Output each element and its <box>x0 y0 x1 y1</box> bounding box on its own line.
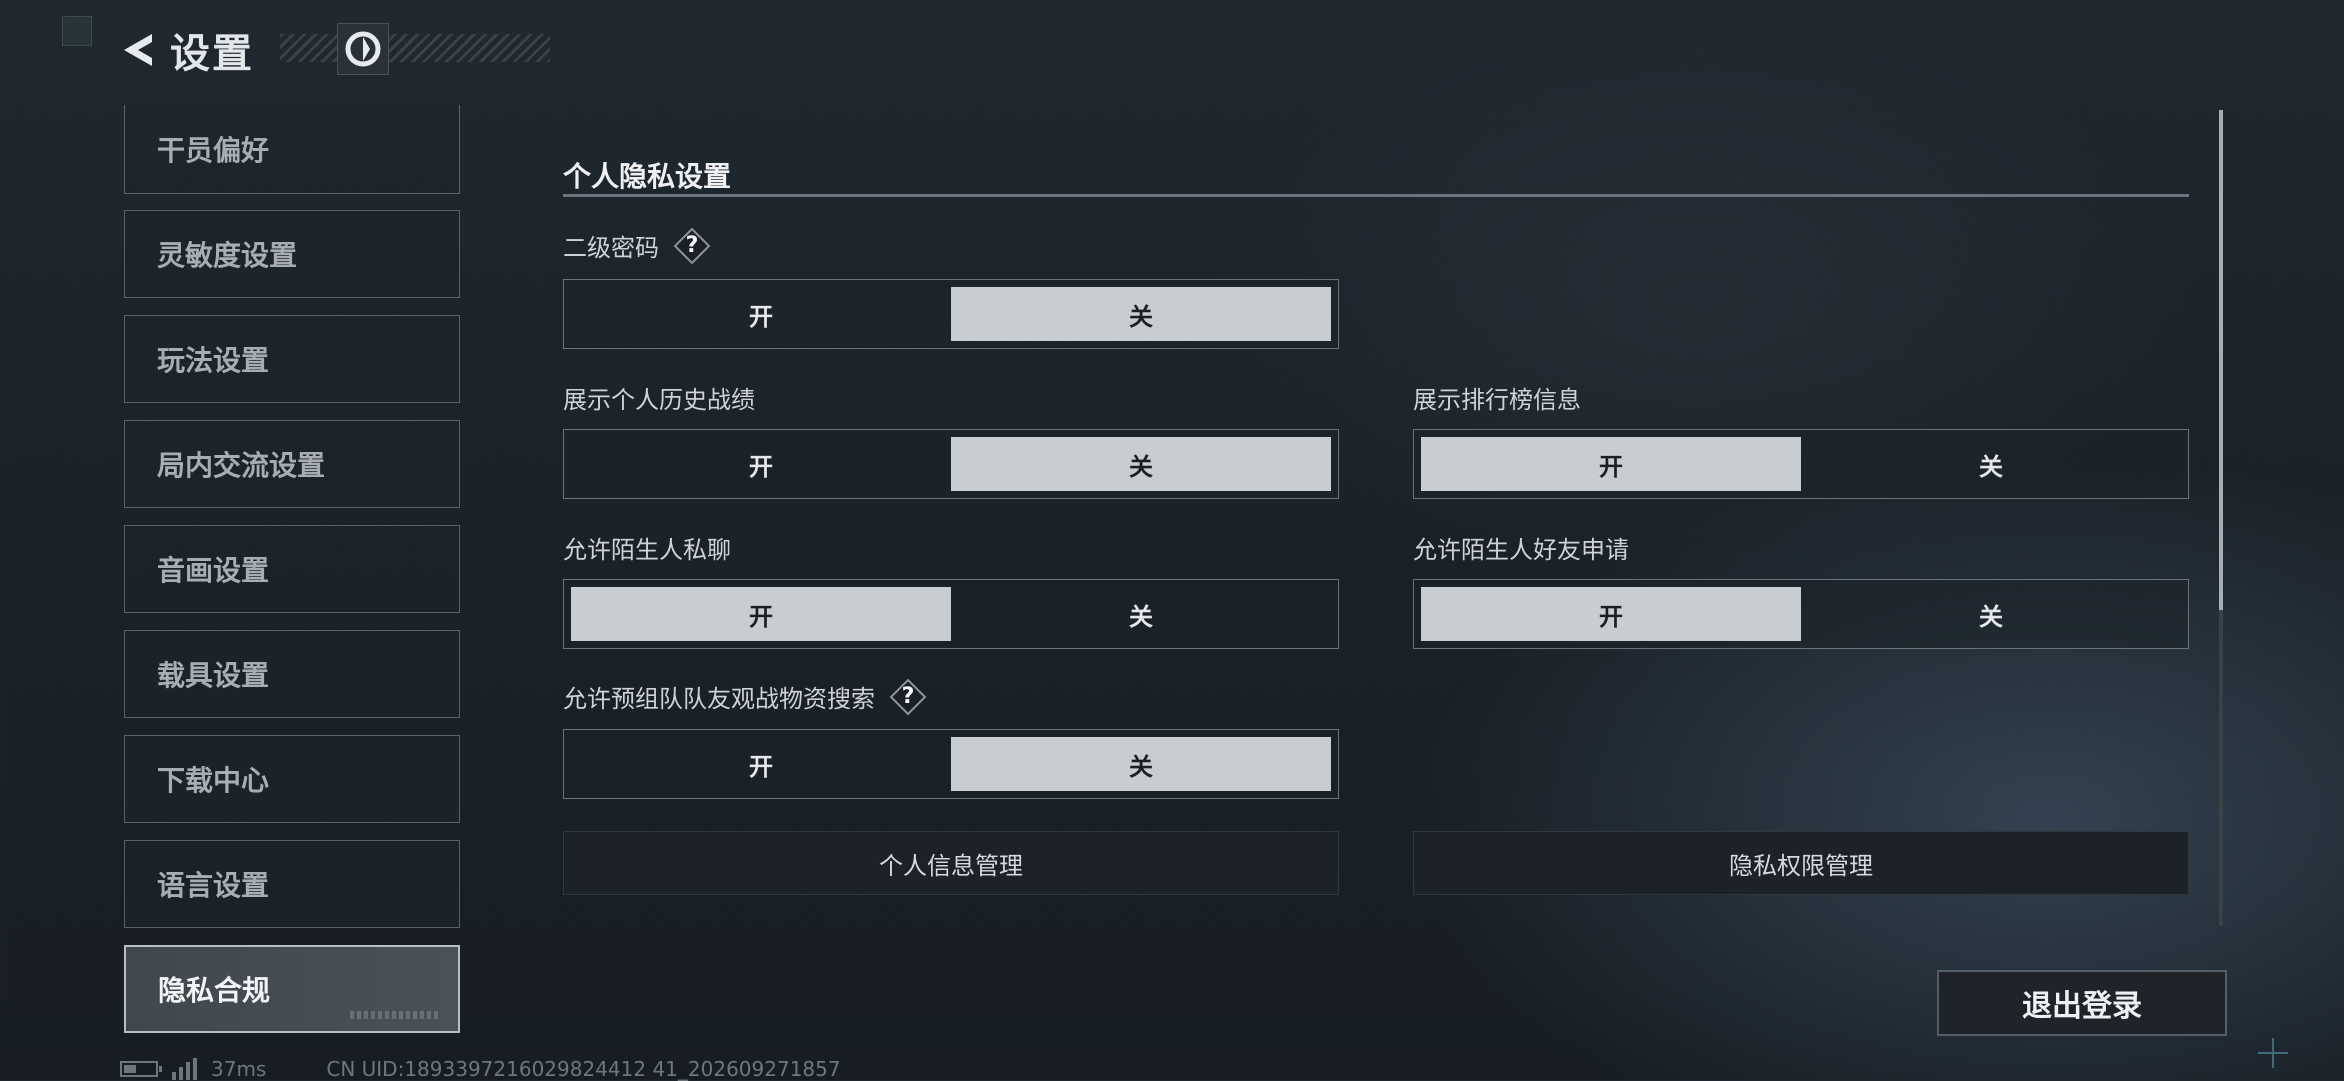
setting-label-teammate-spectate-search: 允许预组队队友观战物资搜索 ? <box>563 679 923 714</box>
toggle-off-option[interactable]: 关 <box>951 737 1331 791</box>
sidebar-item-label: 隐私合规 <box>158 974 271 1007</box>
section-divider <box>563 194 2189 197</box>
toggle-off-option[interactable]: 关 <box>951 587 1331 641</box>
sidebar-item-label: 载具设置 <box>157 659 270 692</box>
toggle-secondary-password: 开 关 <box>563 279 1339 349</box>
toggle-stranger-chat: 开 关 <box>563 579 1339 649</box>
toggle-on-option[interactable]: 开 <box>571 437 951 491</box>
toggle-off-option[interactable]: 关 <box>951 287 1331 341</box>
header: 设置 <box>116 22 254 78</box>
toggle-off-option[interactable]: 关 <box>1801 587 2181 641</box>
toggle-off-option[interactable]: 关 <box>1801 437 2181 491</box>
section-title: 个人隐私设置 <box>563 160 732 193</box>
sidebar-item-audio-video[interactable]: 音画设置 <box>124 525 460 613</box>
sidebar-item-label: 干员偏好 <box>157 134 270 167</box>
corner-decoration <box>62 16 92 46</box>
toggle-stranger-friend-request: 开 关 <box>1413 579 2189 649</box>
battery-icon <box>120 1061 162 1077</box>
sidebar-item-language[interactable]: 语言设置 <box>124 840 460 928</box>
sidebar-item-privacy-compliance[interactable]: 隐私合规 <box>124 945 460 1033</box>
page-title: 设置 <box>170 31 254 77</box>
sidebar-item-sensitivity[interactable]: 灵敏度设置 <box>124 210 460 298</box>
setting-label-text: 展示个人历史战绩 <box>563 386 755 414</box>
sidebar-item-label: 下载中心 <box>157 764 270 797</box>
header-hatch-decoration <box>280 34 550 62</box>
setting-label-show-history: 展示个人历史战绩 <box>563 380 755 415</box>
toggle-on-option[interactable]: 开 <box>1421 587 1801 641</box>
sidebar-item-label: 语言设置 <box>157 869 270 902</box>
setting-label-stranger-chat: 允许陌生人私聊 <box>563 530 731 565</box>
status-footer: 37ms CN UID:1893397216029824412 41_20260… <box>120 1057 841 1081</box>
sidebar-item-operator-preference[interactable]: 干员偏好 <box>124 105 460 194</box>
setting-label-stranger-friend-request: 允许陌生人好友申请 <box>1413 530 1629 565</box>
sidebar-item-label: 灵敏度设置 <box>157 239 298 272</box>
ping-value: 37ms <box>211 1057 267 1081</box>
sidebar-item-label: 音画设置 <box>157 554 270 587</box>
active-item-decoration <box>350 1011 440 1019</box>
setting-label-show-leaderboard: 展示排行榜信息 <box>1413 380 1581 415</box>
sidebar-item-label: 玩法设置 <box>157 344 270 377</box>
toggle-on-option[interactable]: 开 <box>1421 437 1801 491</box>
sidebar-item-vehicle[interactable]: 载具设置 <box>124 630 460 718</box>
toggle-show-history: 开 关 <box>563 429 1339 499</box>
setting-label-secondary-password: 二级密码 ? <box>563 228 707 263</box>
sidebar-item-gameplay[interactable]: 玩法设置 <box>124 315 460 403</box>
sidebar-item-label: 局内交流设置 <box>157 449 326 482</box>
signal-icon <box>172 1058 197 1080</box>
toggle-off-option[interactable]: 关 <box>951 437 1331 491</box>
scrollbar-thumb[interactable] <box>2219 110 2223 610</box>
logout-button[interactable]: 退出登录 <box>1937 970 2227 1036</box>
toggle-on-option[interactable]: 开 <box>571 287 951 341</box>
toggle-on-option[interactable]: 开 <box>571 587 951 641</box>
plus-icon <box>2258 1038 2288 1068</box>
help-icon[interactable]: ? <box>677 231 707 261</box>
toggle-show-leaderboard: 开 关 <box>1413 429 2189 499</box>
toggle-teammate-spectate-search: 开 关 <box>563 729 1339 799</box>
setting-label-text: 允许预组队队友观战物资搜索 <box>563 685 875 713</box>
setting-label-text: 允许陌生人私聊 <box>563 536 731 564</box>
game-logo-icon[interactable] <box>337 23 389 75</box>
sidebar-item-download-center[interactable]: 下载中心 <box>124 735 460 823</box>
personal-info-management-button[interactable]: 个人信息管理 <box>563 831 1339 895</box>
setting-label-text: 展示排行榜信息 <box>1413 386 1581 414</box>
help-icon[interactable]: ? <box>893 682 923 712</box>
sidebar-item-in-match-communication[interactable]: 局内交流设置 <box>124 420 460 508</box>
back-arrow-icon[interactable] <box>116 28 160 72</box>
user-uid: CN UID:1893397216029824412 41_2026092718… <box>326 1057 841 1081</box>
setting-label-text: 允许陌生人好友申请 <box>1413 536 1629 564</box>
toggle-on-option[interactable]: 开 <box>571 737 951 791</box>
privacy-permission-management-button[interactable]: 隐私权限管理 <box>1413 831 2189 895</box>
setting-label-text: 二级密码 <box>563 234 659 262</box>
